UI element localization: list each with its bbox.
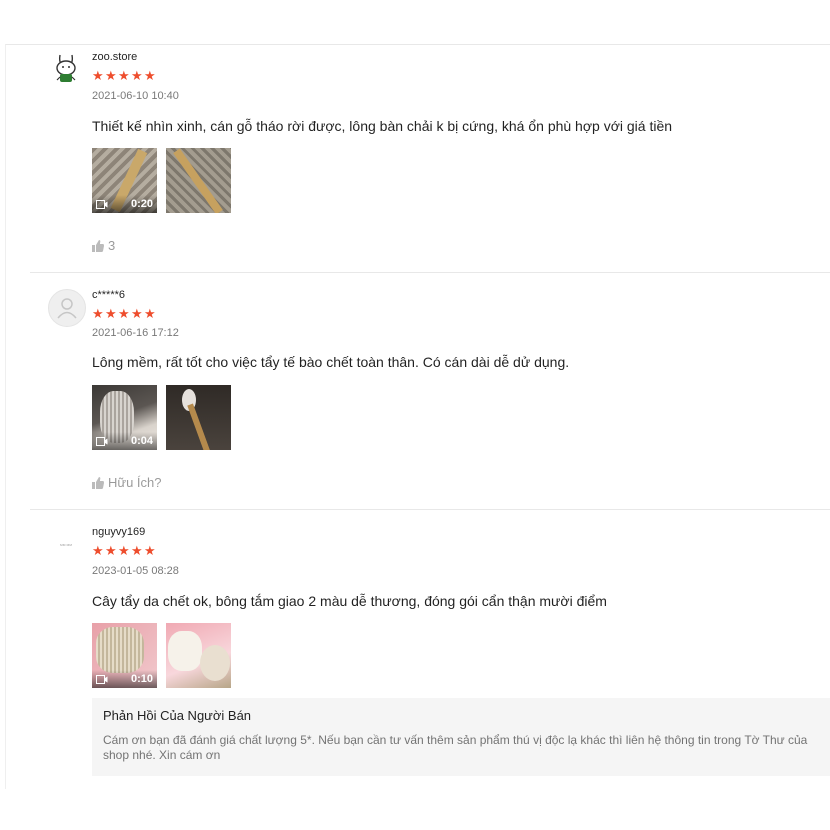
review-image-thumbnail[interactable] <box>166 148 231 213</box>
star-icon: ★ <box>144 543 156 558</box>
star-icon: ★ <box>118 543 130 558</box>
avatar[interactable] <box>48 289 86 327</box>
seller-reply-title: Phản Hồi Của Người Bán <box>103 708 252 723</box>
bristle-shape <box>168 631 202 671</box>
star-icon: ★ <box>131 543 143 558</box>
review-media: 0:20 <box>92 148 231 213</box>
review-comment: Thiết kế nhìn xinh, cán gỗ tháo rời được… <box>92 118 673 134</box>
review-username[interactable]: c*****6 <box>92 289 125 301</box>
handle-shape <box>187 403 211 450</box>
video-camera-icon <box>96 436 108 446</box>
star-icon: ★ <box>144 68 156 83</box>
star-icon: ★ <box>105 543 117 558</box>
bristle-shape <box>200 645 230 681</box>
star-icon: ★ <box>131 68 143 83</box>
star-icon: ★ <box>92 306 104 321</box>
review-video-thumbnail[interactable]: 0:20 <box>92 148 157 213</box>
star-icon: ★ <box>118 68 130 83</box>
video-duration: 0:20 <box>130 198 153 210</box>
review-video-thumbnail[interactable]: 0:04 <box>92 385 157 450</box>
star-icon: ★ <box>105 68 117 83</box>
review-comment: Cây tẩy da chết ok, bông tắm giao 2 màu … <box>92 593 607 609</box>
thumbs-up-icon <box>92 476 104 489</box>
default-user-icon <box>57 298 77 319</box>
review-time: 2021-06-10 10:40 <box>92 90 179 102</box>
review-username[interactable]: nguyvy169 <box>92 526 145 538</box>
video-camera-icon <box>96 674 108 684</box>
video-duration: 0:04 <box>130 435 153 447</box>
small-logo-icon: ᴍᴍ ᴍᴍ <box>59 541 73 547</box>
seller-reply-text: Cám ơn bạn đã đánh giá chất lượng 5*. Nế… <box>103 733 808 762</box>
review-time: 2021-06-16 17:12 <box>92 327 179 339</box>
helpful-label: Hữu Ích? <box>108 475 162 490</box>
review-image-thumbnail[interactable] <box>166 385 231 450</box>
rabbit-cartoon-icon <box>56 54 76 82</box>
helpful-button[interactable]: Hữu Ích? <box>92 475 162 490</box>
video-bar: 0:20 <box>92 195 157 213</box>
brush-shape <box>173 148 223 213</box>
review-media: 0:10 <box>92 623 231 688</box>
review-image-thumbnail[interactable] <box>166 623 231 688</box>
avatar[interactable]: ᴍᴍ ᴍᴍ <box>48 526 84 562</box>
star-icon: ★ <box>92 543 104 558</box>
bristle-shape <box>96 627 144 673</box>
review-video-thumbnail[interactable]: 0:10 <box>92 623 157 688</box>
divider <box>30 272 830 273</box>
product-ratings-panel: zoo.store ★ ★ ★ ★ ★ 2021-06-10 10:40 Thi… <box>5 44 830 789</box>
review-comment: Lông mềm, rất tốt cho việc tẩy tế bào ch… <box>92 354 570 370</box>
video-bar: 0:04 <box>92 432 157 450</box>
star-icon: ★ <box>144 306 156 321</box>
helpful-button[interactable]: 3 <box>92 238 115 253</box>
thumbs-up-icon <box>92 239 104 252</box>
avatar[interactable] <box>48 51 84 87</box>
seller-reply: Phản Hồi Của Người Bán Cám ơn bạn đã đán… <box>92 698 830 776</box>
video-camera-icon <box>96 199 108 209</box>
rating-stars: ★ ★ ★ ★ ★ <box>92 68 156 83</box>
star-icon: ★ <box>131 306 143 321</box>
rating-stars: ★ ★ ★ ★ ★ <box>92 543 156 558</box>
review-username[interactable]: zoo.store <box>92 51 137 63</box>
review-media: 0:04 <box>92 385 231 450</box>
star-icon: ★ <box>92 68 104 83</box>
star-icon: ★ <box>105 306 117 321</box>
rating-stars: ★ ★ ★ ★ ★ <box>92 306 156 321</box>
helpful-count: 3 <box>108 238 116 253</box>
video-bar: 0:10 <box>92 670 157 688</box>
video-duration: 0:10 <box>130 673 153 685</box>
divider <box>30 509 830 510</box>
review-time: 2023-01-05 08:28 <box>92 565 179 577</box>
star-icon: ★ <box>118 306 130 321</box>
